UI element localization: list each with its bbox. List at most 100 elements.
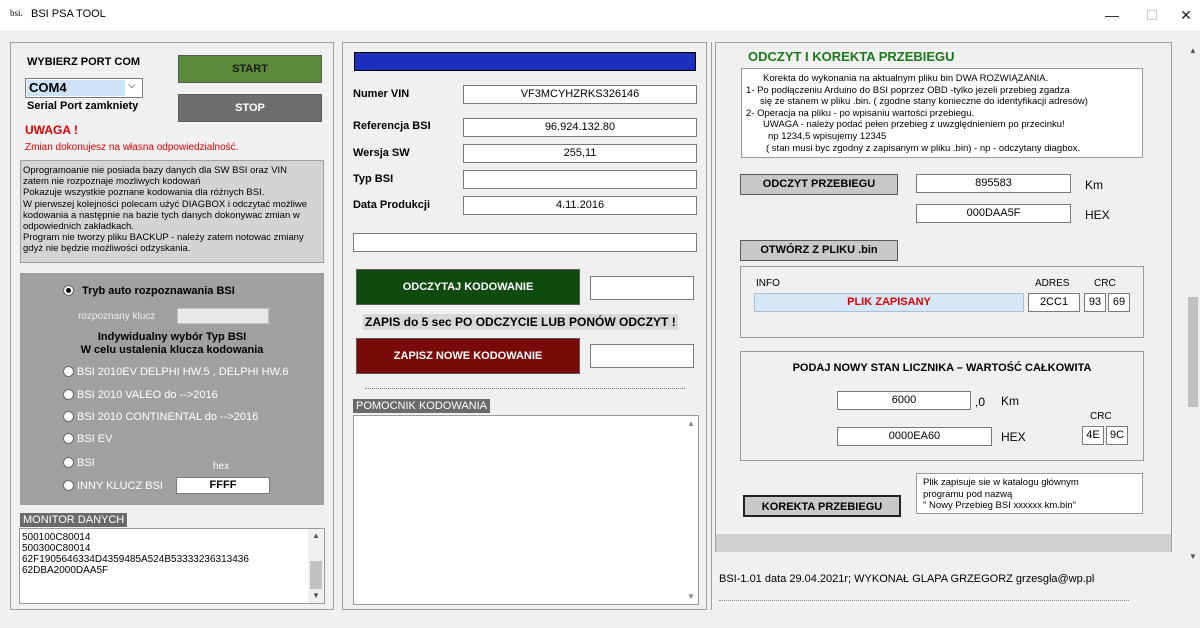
km-label: Km <box>1085 178 1103 192</box>
start-button[interactable]: START <box>178 55 322 83</box>
hex-key-field[interactable]: FFFF <box>176 477 270 494</box>
monitor-line: 500100C80014 <box>22 532 91 543</box>
note-line: np 1234,5 wpisujemy 12345 <box>768 130 887 142</box>
read-coding-field[interactable] <box>590 276 694 300</box>
date-label: Data Produkcji <box>353 199 431 211</box>
monitor-line: 500300C80014 <box>22 543 91 554</box>
new-hex-field[interactable]: 0000EA60 <box>837 427 992 446</box>
option-label: BSI 2010 VALEO do -->2016 <box>77 389 218 401</box>
vin-label: Numer VIN <box>353 88 410 100</box>
adres-field[interactable]: 2CC1 <box>1028 293 1080 312</box>
info-line: odpowiednich zakładkach. <box>23 221 134 233</box>
crc1-field[interactable]: 93 <box>1084 293 1106 312</box>
file-status: PLIK ZAPISANY <box>754 293 1024 312</box>
note-line: Korekta do wykonania na aktualnym pliku … <box>763 73 1049 84</box>
main-scrollbar[interactable]: ▲ ▼ <box>1186 42 1200 568</box>
scroll-up-icon[interactable]: ▲ <box>687 419 695 428</box>
type-field[interactable] <box>463 170 697 189</box>
stop-button[interactable]: STOP <box>178 94 322 122</box>
adres-label: ADRES <box>1035 278 1070 289</box>
new-crc1-field[interactable]: 4E <box>1082 426 1104 445</box>
scroll-thumb[interactable] <box>310 561 322 589</box>
save-info-line: " Nowy Przebieg BSI xxxxxx km.bin" <box>923 500 1076 511</box>
notes-box: Korekta do wykonania na aktualnym pliku … <box>741 68 1143 158</box>
helper-textarea[interactable]: ▲ ▼ <box>353 415 699 605</box>
helper-label: POMOCNIK KODOWANIA <box>353 399 490 413</box>
mileage-section-title: ODCZYT I KOREKTA PRZEBIEGU <box>748 49 955 64</box>
crc-label: CRC <box>1094 278 1116 289</box>
note-line: UWAGA - należy podać pełen przebieg z uw… <box>763 119 1065 131</box>
extra-field[interactable] <box>353 233 697 252</box>
save-info-line: programu pod nazwą <box>923 488 1013 500</box>
monitor-line: 62F1905646334D4359485A524B53333236313436 <box>22 554 249 565</box>
monitor-textarea[interactable]: 500100C80014 500300C80014 62F1905646334D… <box>19 528 325 604</box>
scroll-thumb[interactable] <box>1188 297 1198 407</box>
option-label: BSI <box>77 457 95 469</box>
new-crc-label: CRC <box>1090 411 1112 422</box>
read-mileage-button[interactable]: ODCZYT PRZEBIEGU <box>740 174 898 195</box>
chevron-down-icon: ⌵ <box>128 80 136 91</box>
type-label: Typ BSI <box>353 173 394 185</box>
scroll-down-icon[interactable]: ▼ <box>687 592 695 601</box>
serial-status: Serial Port zamkniety <box>27 100 139 112</box>
date-field[interactable]: 4.11.2016 <box>463 196 697 215</box>
app-icon: bsi. <box>10 8 23 18</box>
radio-auto[interactable] <box>63 285 74 296</box>
mileage-field[interactable]: 895583 <box>916 174 1071 193</box>
close-icon[interactable]: ✕ <box>1166 4 1200 26</box>
hex-label: hex <box>213 461 230 472</box>
radio-option[interactable] <box>63 433 74 444</box>
option-label: BSI EV <box>77 433 113 445</box>
note-line: 2- Operacja na pliku - po wpisaniu warto… <box>746 107 975 119</box>
radio-option[interactable] <box>63 457 74 468</box>
minimize-icon[interactable]: — <box>1092 4 1132 26</box>
port-value: COM4 <box>27 80 125 96</box>
port-select[interactable]: COM4 ⌵ <box>25 78 143 98</box>
radio-option[interactable] <box>63 480 74 491</box>
port-label: WYBIERZ PORT COM <box>27 56 141 68</box>
hex-label: HEX <box>1085 208 1110 222</box>
info-label: INFO <box>756 278 780 289</box>
next-section-strip <box>716 534 1171 552</box>
ref-field[interactable]: 96.924.132.80 <box>463 118 697 137</box>
vin-field[interactable]: VF3MCYHZRKS326146 <box>463 85 697 104</box>
footer-credits: BSI-1.01 data 29.04.2021r; WYKONAŁ GLAPA… <box>719 573 1095 585</box>
recognized-key-field[interactable] <box>177 308 269 324</box>
new-crc2-field[interactable]: 9C <box>1106 426 1128 445</box>
helper-scrollbar[interactable]: ▲ ▼ <box>684 416 698 604</box>
crc2-field[interactable]: 69 <box>1108 293 1130 312</box>
monitor-line: 62DBA2000DAA5F <box>22 565 109 576</box>
write-coding-button[interactable]: ZAPISZ NOWE KODOWANIE <box>356 338 580 374</box>
correct-mileage-button[interactable]: KOREKTA PRZEBIEGU <box>743 495 901 517</box>
warning-text: Zmian dokonujesz na własna odpowiedzialn… <box>25 142 239 153</box>
new-state-title: PODAJ NOWY STAN LICZNIKA – WARTOŚĆ CAŁKO… <box>792 362 1092 374</box>
monitor-scrollbar[interactable]: ▲ ▼ <box>308 529 324 603</box>
info-line: Pokazuje wszystkie poznane kodowania dla… <box>23 187 265 199</box>
scroll-up-icon[interactable]: ▲ <box>1189 46 1197 55</box>
scroll-up-icon[interactable]: ▲ <box>312 531 320 540</box>
ref-label: Referencja BSI <box>353 120 431 132</box>
new-km-field[interactable]: 6000 <box>837 391 971 410</box>
window-title: BSI PSA TOOL <box>31 8 106 20</box>
read-coding-button[interactable]: ODCZYTAJ KODOWANIE <box>356 269 580 305</box>
info-line: Program nie tworzy pliku BACKUP - należy… <box>23 232 304 244</box>
divider <box>365 388 685 389</box>
mileage-hex-field[interactable]: 000DAA5F <box>916 204 1071 223</box>
write-coding-field[interactable] <box>590 344 694 368</box>
scroll-down-icon[interactable]: ▼ <box>312 591 320 600</box>
ident-header: IDENTYFIKACJA BSI <box>354 52 696 71</box>
open-file-button[interactable]: OTWÓRZ Z PLIKU .bin <box>740 240 898 261</box>
note-line: 1- Po podłączeniu Arduino do BSI poprzez… <box>746 84 1070 96</box>
save-info-box: Plik zapisuje sie w katalogu głównym pro… <box>916 473 1143 514</box>
auto-mode-label: Tryb auto rozpoznawania BSI <box>82 285 235 297</box>
warning-title: UWAGA ! <box>25 123 78 137</box>
scroll-down-icon[interactable]: ▼ <box>1189 552 1197 561</box>
radio-option[interactable] <box>63 389 74 400</box>
new-km-label: Km <box>1001 394 1019 408</box>
sw-field[interactable]: 255,11 <box>463 144 697 163</box>
radio-option[interactable] <box>63 411 74 422</box>
radio-option[interactable] <box>63 366 74 377</box>
option-label: BSI 2010EV DELPHI HW.5 , DELPHI HW.6 <box>77 366 289 378</box>
monitor-label: MONITOR DANYCH <box>20 513 128 527</box>
save-notice: ZAPIS do 5 sec PO ODCZYCIE LUB PONÓW ODC… <box>363 314 678 330</box>
